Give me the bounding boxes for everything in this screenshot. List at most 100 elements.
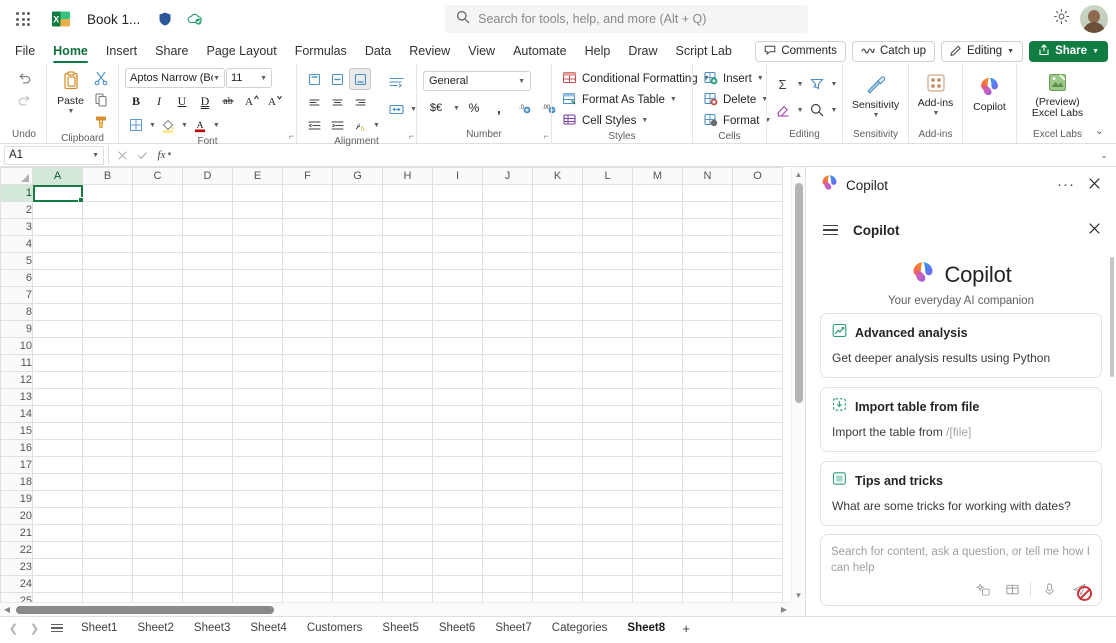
cell-l2[interactable] bbox=[583, 202, 633, 219]
sheet-tab-sheet4[interactable]: Sheet4 bbox=[241, 620, 295, 636]
row-header-7[interactable]: 7 bbox=[1, 287, 33, 304]
cell-a1[interactable] bbox=[33, 185, 83, 202]
cell-f14[interactable] bbox=[283, 406, 333, 423]
column-header-n[interactable]: N bbox=[683, 168, 733, 185]
conditional-formatting-button[interactable]: Conditional Formatting ▼ bbox=[558, 68, 714, 89]
cell-e20[interactable] bbox=[233, 508, 283, 525]
cell-e13[interactable] bbox=[233, 389, 283, 406]
cell-c21[interactable] bbox=[133, 525, 183, 542]
cell-l23[interactable] bbox=[583, 559, 633, 576]
cell-i7[interactable] bbox=[433, 287, 483, 304]
cell-k6[interactable] bbox=[533, 270, 583, 287]
cell-o6[interactable] bbox=[733, 270, 783, 287]
cell-a14[interactable] bbox=[33, 406, 83, 423]
cell-h4[interactable] bbox=[383, 236, 433, 253]
cell-d16[interactable] bbox=[183, 440, 233, 457]
tab-home[interactable]: Home bbox=[44, 38, 97, 64]
tab-page-layout[interactable]: Page Layout bbox=[198, 38, 286, 64]
cell-b21[interactable] bbox=[83, 525, 133, 542]
cell-d18[interactable] bbox=[183, 474, 233, 491]
cell-a10[interactable] bbox=[33, 338, 83, 355]
cell-j5[interactable] bbox=[483, 253, 533, 270]
shrink-font-button[interactable]: A bbox=[263, 90, 285, 112]
cell-m11[interactable] bbox=[633, 355, 683, 372]
cell-m7[interactable] bbox=[633, 287, 683, 304]
cell-g15[interactable] bbox=[333, 423, 383, 440]
merge-center-button[interactable] bbox=[386, 98, 408, 120]
cell-g24[interactable] bbox=[333, 576, 383, 593]
cell-f13[interactable] bbox=[283, 389, 333, 406]
cell-n20[interactable] bbox=[683, 508, 733, 525]
font-color-button[interactable]: A bbox=[189, 114, 211, 136]
cell-n7[interactable] bbox=[683, 287, 733, 304]
cell-m19[interactable] bbox=[633, 491, 683, 508]
cell-c6[interactable] bbox=[133, 270, 183, 287]
cell-l13[interactable] bbox=[583, 389, 633, 406]
cell-l12[interactable] bbox=[583, 372, 633, 389]
cell-f7[interactable] bbox=[283, 287, 333, 304]
cell-e19[interactable] bbox=[233, 491, 283, 508]
increase-decimal-button[interactable]: .0 bbox=[513, 97, 535, 119]
column-header-i[interactable]: I bbox=[433, 168, 483, 185]
alignment-dialog-launcher-icon[interactable]: ⌐ bbox=[409, 131, 414, 141]
name-box[interactable]: A1 ▼ bbox=[4, 146, 104, 165]
cell-k10[interactable] bbox=[533, 338, 583, 355]
cell-o3[interactable] bbox=[733, 219, 783, 236]
chevron-down-icon[interactable]: ▼ bbox=[373, 122, 380, 129]
cell-k2[interactable] bbox=[533, 202, 583, 219]
app-launcher-button[interactable] bbox=[8, 4, 38, 34]
cell-m20[interactable] bbox=[633, 508, 683, 525]
cell-e2[interactable] bbox=[233, 202, 283, 219]
cell-f24[interactable] bbox=[283, 576, 333, 593]
cell-d10[interactable] bbox=[183, 338, 233, 355]
cell-g16[interactable] bbox=[333, 440, 383, 457]
cell-l25[interactable] bbox=[583, 593, 633, 603]
cell-b16[interactable] bbox=[83, 440, 133, 457]
copilot-input[interactable]: Search for content, ask a question, or t… bbox=[831, 544, 1091, 576]
cell-styles-button[interactable]: Cell Styles ▼ bbox=[558, 110, 652, 131]
cell-o5[interactable] bbox=[733, 253, 783, 270]
cell-l19[interactable] bbox=[583, 491, 633, 508]
clear-button[interactable] bbox=[772, 99, 794, 121]
column-header-o[interactable]: O bbox=[733, 168, 783, 185]
underline-button[interactable]: U bbox=[171, 90, 193, 112]
cell-f2[interactable] bbox=[283, 202, 333, 219]
cell-d14[interactable] bbox=[183, 406, 233, 423]
vertical-scrollbar[interactable]: ▲ ▼ bbox=[791, 167, 805, 602]
cell-i11[interactable] bbox=[433, 355, 483, 372]
cell-o21[interactable] bbox=[733, 525, 783, 542]
cell-m4[interactable] bbox=[633, 236, 683, 253]
cell-n1[interactable] bbox=[683, 185, 733, 202]
cell-e17[interactable] bbox=[233, 457, 283, 474]
cell-l8[interactable] bbox=[583, 304, 633, 321]
cell-o7[interactable] bbox=[733, 287, 783, 304]
row-header-9[interactable]: 9 bbox=[1, 321, 33, 338]
cell-g5[interactable] bbox=[333, 253, 383, 270]
cell-a12[interactable] bbox=[33, 372, 83, 389]
cell-b20[interactable] bbox=[83, 508, 133, 525]
cell-o10[interactable] bbox=[733, 338, 783, 355]
cell-e8[interactable] bbox=[233, 304, 283, 321]
cell-e16[interactable] bbox=[233, 440, 283, 457]
cell-b3[interactable] bbox=[83, 219, 133, 236]
cell-l4[interactable] bbox=[583, 236, 633, 253]
column-header-m[interactable]: M bbox=[633, 168, 683, 185]
cell-n12[interactable] bbox=[683, 372, 733, 389]
cell-j2[interactable] bbox=[483, 202, 533, 219]
row-header-11[interactable]: 11 bbox=[1, 355, 33, 372]
cell-a20[interactable] bbox=[33, 508, 83, 525]
cell-l7[interactable] bbox=[583, 287, 633, 304]
cell-f4[interactable] bbox=[283, 236, 333, 253]
cell-n16[interactable] bbox=[683, 440, 733, 457]
cell-d23[interactable] bbox=[183, 559, 233, 576]
copilot-close-button[interactable] bbox=[1082, 173, 1106, 197]
cell-j18[interactable] bbox=[483, 474, 533, 491]
align-top-button[interactable] bbox=[303, 68, 325, 90]
cell-j12[interactable] bbox=[483, 372, 533, 389]
cell-g8[interactable] bbox=[333, 304, 383, 321]
cell-b18[interactable] bbox=[83, 474, 133, 491]
cell-f11[interactable] bbox=[283, 355, 333, 372]
cell-f15[interactable] bbox=[283, 423, 333, 440]
cell-n6[interactable] bbox=[683, 270, 733, 287]
autosum-button[interactable]: Σ bbox=[772, 73, 794, 95]
